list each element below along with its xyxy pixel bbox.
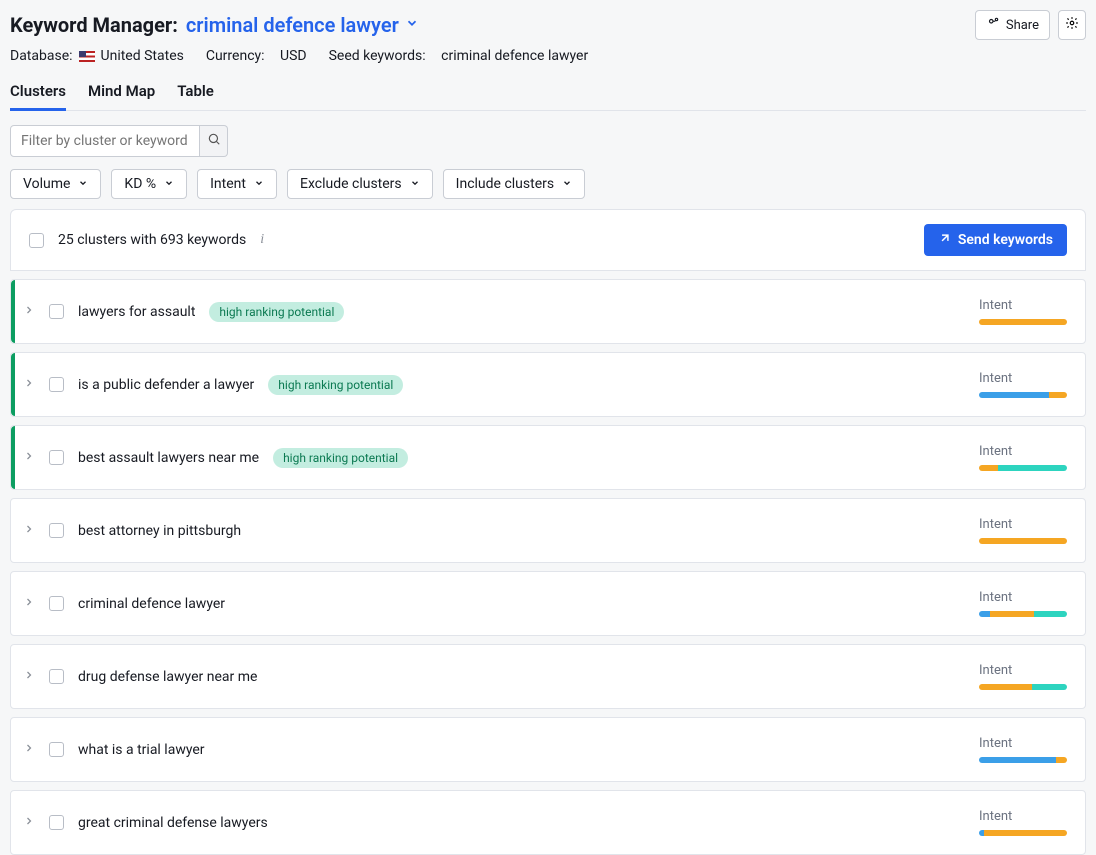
intent-bar xyxy=(979,757,1067,763)
currency-meta: Currency: USD xyxy=(206,48,307,64)
cluster-name: lawyers for assault xyxy=(78,304,195,320)
settings-button[interactable] xyxy=(1058,10,1086,40)
chevron-right-icon[interactable] xyxy=(23,596,35,612)
send-keywords-button[interactable]: Send keywords xyxy=(924,224,1067,256)
filter-intent[interactable]: Intent xyxy=(197,169,277,199)
gear-icon xyxy=(1065,16,1079,34)
chevron-down-icon xyxy=(254,176,264,192)
page-title-keyword[interactable]: criminal defence lawyer xyxy=(186,13,399,37)
intent-label: Intent xyxy=(979,736,1012,751)
cluster-row: best assault lawyers near me high rankin… xyxy=(10,425,1086,490)
intent-label: Intent xyxy=(979,298,1012,313)
search-input[interactable] xyxy=(10,125,200,157)
filter-exclude-clusters[interactable]: Exclude clusters xyxy=(287,169,433,199)
chevron-down-icon xyxy=(78,176,88,192)
filter-volume[interactable]: Volume xyxy=(10,169,101,199)
cluster-name: criminal defence lawyer xyxy=(78,596,225,612)
search-button[interactable] xyxy=(200,125,228,157)
filter-include-clusters[interactable]: Include clusters xyxy=(443,169,585,199)
cluster-row: drug defense lawyer near me Intent xyxy=(10,644,1086,709)
view-tabs: Clusters Mind Map Table xyxy=(10,74,1086,111)
tab-clusters[interactable]: Clusters xyxy=(10,74,66,110)
tab-table[interactable]: Table xyxy=(177,74,214,110)
cluster-name: best attorney in pittsburgh xyxy=(78,523,241,539)
chevron-right-icon[interactable] xyxy=(23,304,35,320)
search-icon xyxy=(207,132,221,150)
cluster-checkbox[interactable] xyxy=(49,669,64,684)
share-button[interactable]: Share xyxy=(975,10,1050,40)
chevron-right-icon[interactable] xyxy=(23,523,35,539)
chevron-right-icon[interactable] xyxy=(23,450,35,466)
intent-label: Intent xyxy=(979,371,1012,386)
intent-label: Intent xyxy=(979,517,1012,532)
intent-bar xyxy=(979,684,1067,690)
intent-label: Intent xyxy=(979,809,1012,824)
intent-bar xyxy=(979,319,1067,325)
cluster-row: best attorney in pittsburgh Intent xyxy=(10,498,1086,563)
chevron-down-icon xyxy=(410,176,420,192)
tab-mind-map[interactable]: Mind Map xyxy=(88,74,155,110)
intent-bar xyxy=(979,538,1067,544)
cluster-row: lawyers for assault high ranking potenti… xyxy=(10,279,1086,344)
chevron-down-icon[interactable] xyxy=(405,16,419,34)
chevron-right-icon[interactable] xyxy=(23,815,35,831)
cluster-checkbox[interactable] xyxy=(49,815,64,830)
cluster-row: is a public defender a lawyer high ranki… xyxy=(10,352,1086,417)
hrp-badge: high ranking potential xyxy=(209,302,344,322)
intent-bar xyxy=(979,830,1067,836)
seed-meta: Seed keywords: criminal defence lawyer xyxy=(329,48,589,64)
info-icon[interactable]: i xyxy=(260,232,264,248)
cluster-checkbox[interactable] xyxy=(49,742,64,757)
cluster-row: criminal defence lawyer Intent xyxy=(10,571,1086,636)
intent-bar xyxy=(979,392,1067,398)
cluster-checkbox[interactable] xyxy=(49,596,64,611)
hrp-badge: high ranking potential xyxy=(268,375,403,395)
chevron-right-icon[interactable] xyxy=(23,742,35,758)
hrp-badge: high ranking potential xyxy=(273,448,408,468)
chevron-down-icon xyxy=(562,176,572,192)
us-flag-icon xyxy=(79,51,95,62)
chevron-right-icon[interactable] xyxy=(23,669,35,685)
intent-label: Intent xyxy=(979,590,1012,605)
cluster-checkbox[interactable] xyxy=(49,523,64,538)
cluster-name: is a public defender a lawyer xyxy=(78,377,254,393)
cluster-row: great criminal defense lawyers Intent xyxy=(10,790,1086,855)
intent-label: Intent xyxy=(979,663,1012,678)
intent-bar xyxy=(979,611,1067,617)
share-icon xyxy=(986,16,1000,34)
chevron-down-icon xyxy=(164,176,174,192)
database-meta: Database: United States xyxy=(10,48,184,64)
cluster-name: great criminal defense lawyers xyxy=(78,815,268,831)
intent-label: Intent xyxy=(979,444,1012,459)
cluster-name: best assault lawyers near me xyxy=(78,450,259,466)
cluster-checkbox[interactable] xyxy=(49,304,64,319)
cluster-name: drug defense lawyer near me xyxy=(78,669,257,685)
select-all-checkbox[interactable] xyxy=(29,233,44,248)
cluster-name: what is a trial lawyer xyxy=(78,742,205,758)
cluster-checkbox[interactable] xyxy=(49,377,64,392)
cluster-checkbox[interactable] xyxy=(49,450,64,465)
intent-bar xyxy=(979,465,1067,471)
send-icon xyxy=(938,231,952,249)
cluster-row: what is a trial lawyer Intent xyxy=(10,717,1086,782)
chevron-right-icon[interactable] xyxy=(23,377,35,393)
page-title-label: Keyword Manager: xyxy=(10,13,178,37)
share-button-label: Share xyxy=(1006,18,1039,33)
summary-text: 25 clusters with 693 keywords xyxy=(58,232,246,248)
filter-kd[interactable]: KD % xyxy=(111,169,187,199)
